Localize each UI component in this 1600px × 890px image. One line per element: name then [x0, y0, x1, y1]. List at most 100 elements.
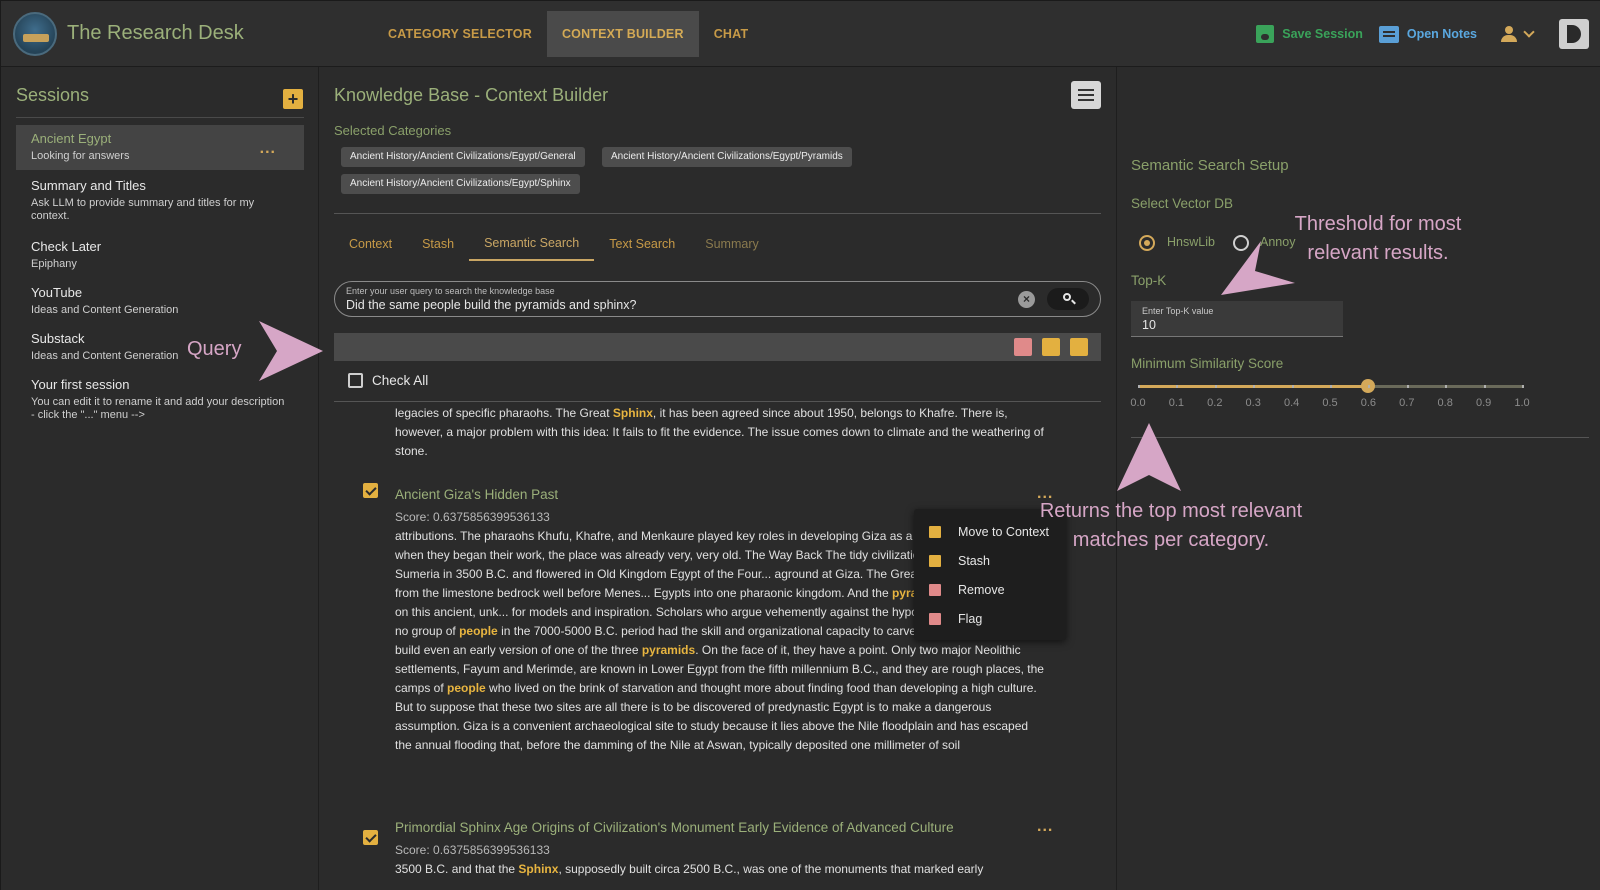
- session-item[interactable]: Ancient Egypt Looking for answers ...: [16, 125, 304, 170]
- result-title[interactable]: Ancient Giza's Hidden Past: [395, 487, 558, 502]
- semantic-search-setup-panel: Semantic Search Setup Select Vector DB H…: [1116, 67, 1600, 890]
- session-title: Your first session: [31, 377, 130, 392]
- menu-item-label: Flag: [958, 611, 983, 626]
- slider-tick-label: 0.6: [1360, 397, 1377, 409]
- session-title: YouTube: [31, 285, 83, 300]
- slider-tick: [1138, 385, 1140, 388]
- stash-icon[interactable]: [1042, 338, 1060, 356]
- delete-icon: [929, 583, 941, 596]
- slider-tick: [1214, 385, 1217, 388]
- slider-tick: [1176, 385, 1179, 388]
- tab-chat[interactable]: CHAT: [699, 11, 764, 57]
- slider-tick: [1368, 385, 1371, 388]
- main-nav: CATEGORY SELECTOR CONTEXT BUILDER CHAT: [373, 10, 764, 57]
- session-desc: Epiphany: [31, 258, 77, 270]
- brand: The Research Desk: [13, 11, 373, 56]
- result-checkbox[interactable]: [363, 483, 378, 498]
- slider-tick-label: 0.2: [1207, 397, 1223, 409]
- menu-item-label: Remove: [958, 582, 1005, 597]
- tab-context-builder[interactable]: CONTEXT BUILDER: [546, 10, 699, 57]
- result-title[interactable]: Primordial Sphinx Age Origins of Civiliz…: [395, 820, 954, 835]
- session-title: Ancient Egypt: [31, 131, 112, 146]
- tab-stash[interactable]: Stash: [407, 227, 469, 261]
- slider-tick: [1483, 385, 1486, 388]
- divider: [334, 213, 1101, 214]
- save-session-button[interactable]: Save Session: [1256, 25, 1363, 43]
- result-score: Score: 0.6375856399536133: [395, 843, 550, 857]
- user-menu-button[interactable]: [1493, 26, 1535, 42]
- open-notes-button[interactable]: Open Notes: [1378, 25, 1477, 43]
- app-window: The Research Desk CATEGORY SELECTOR CONT…: [0, 0, 1600, 890]
- result-checkbox[interactable]: [363, 830, 378, 845]
- setup-title: Semantic Search Setup: [1131, 157, 1289, 174]
- result-more-button[interactable]: ...: [1037, 818, 1053, 836]
- slider-tick-label: 0.1: [1168, 397, 1185, 409]
- tab-category-selector[interactable]: CATEGORY SELECTOR: [373, 11, 547, 57]
- session-title: Summary and Titles: [31, 178, 146, 193]
- check-all[interactable]: Check All: [348, 373, 428, 388]
- session-more-button[interactable]: ...: [260, 141, 276, 157]
- session-desc: Looking for answers: [31, 150, 130, 162]
- slider-tick: [1291, 385, 1294, 388]
- result-score: Score: 0.6375856399536133: [395, 510, 550, 524]
- slider-tick-label: 0.8: [1437, 397, 1453, 409]
- category-chip[interactable]: Ancient History/Ancient Civilizations/Eg…: [602, 147, 852, 167]
- session-item[interactable]: Summary and Titles Ask LLM to provide su…: [16, 172, 304, 229]
- slider-tick: [1522, 385, 1524, 388]
- similarity-label: Minimum Similarity Score: [1131, 356, 1284, 371]
- slider-tick: [1406, 385, 1409, 388]
- slider-tick-label: 0.9: [1475, 397, 1492, 409]
- slider-tick-label: 0.0: [1130, 397, 1146, 409]
- topk-label: Top-K: [1131, 273, 1167, 288]
- similarity-slider[interactable]: [1138, 379, 1524, 393]
- theme-toggle-icon[interactable]: [1559, 19, 1589, 49]
- open-notes-label: Open Notes: [1406, 27, 1477, 41]
- search-button[interactable]: [1047, 288, 1089, 310]
- user-icon: [1501, 26, 1517, 42]
- category-chip[interactable]: Ancient History/Ancient Civilizations/Eg…: [341, 147, 585, 167]
- slider-tick-label: 0.4: [1283, 397, 1300, 409]
- session-item[interactable]: Check Later Epiphany: [16, 233, 304, 277]
- topk-value: 10: [1142, 318, 1156, 332]
- divider: [16, 117, 304, 118]
- annotation-arrow: [1117, 423, 1181, 491]
- category-chip[interactable]: Ancient History/Ancient Civilizations/Eg…: [341, 174, 580, 194]
- tab-context[interactable]: Context: [334, 227, 407, 261]
- add-to-context-icon[interactable]: [1070, 338, 1088, 356]
- slider-tick: [1253, 385, 1256, 388]
- results-toolbar: [334, 333, 1101, 361]
- search-icon: [1063, 293, 1071, 301]
- page-title: Knowledge Base - Context Builder: [334, 85, 609, 105]
- menu-item-flag[interactable]: Flag: [914, 604, 1066, 633]
- session-desc: Ask LLM to provide summary and titles fo…: [31, 197, 255, 222]
- menu-item-remove[interactable]: Remove: [914, 575, 1066, 604]
- hamburger-icon[interactable]: [1071, 81, 1101, 109]
- result-body: 3500 B.C. and that the Sphinx, supposedl…: [395, 862, 984, 876]
- context-builder-panel: Knowledge Base - Context Builder Selecte…: [319, 67, 1116, 890]
- divider: [1131, 437, 1589, 438]
- divider: [334, 401, 1101, 402]
- clear-icon[interactable]: ×: [1018, 291, 1035, 308]
- result-body: legacies of specific pharaohs. The Great…: [395, 406, 1044, 458]
- annotation-topk: Returns the top most relevant matches pe…: [1039, 500, 1303, 551]
- radio-hnswlib[interactable]: [1139, 235, 1155, 251]
- tab-summary[interactable]: Summary: [690, 227, 773, 261]
- check-all-checkbox[interactable]: [348, 373, 363, 388]
- notes-icon: [1378, 25, 1399, 43]
- top-actions: Save Session Open Notes: [1240, 1, 1589, 67]
- session-item[interactable]: YouTube Ideas and Content Generation: [16, 279, 304, 323]
- slider-tick: [1330, 385, 1332, 388]
- check-all-label: Check All: [372, 373, 429, 388]
- vector-db-label: Select Vector DB: [1131, 196, 1234, 211]
- tab-semantic-search[interactable]: Semantic Search: [469, 227, 595, 261]
- search-input[interactable]: Enter your user query to search the know…: [334, 281, 1101, 317]
- add-session-button[interactable]: +: [283, 89, 303, 109]
- save-session-label: Save Session: [1282, 27, 1363, 41]
- topk-input[interactable]: Enter Top-K value 10: [1131, 301, 1343, 337]
- menu-item-label: Stash: [958, 553, 990, 568]
- delete-icon[interactable]: [1014, 338, 1032, 356]
- session-desc: Ideas and Content Generation: [31, 350, 179, 362]
- subtabs: Context Stash Semantic Search Text Searc…: [334, 227, 774, 261]
- logo: [13, 11, 57, 56]
- tab-text-search[interactable]: Text Search: [594, 227, 690, 261]
